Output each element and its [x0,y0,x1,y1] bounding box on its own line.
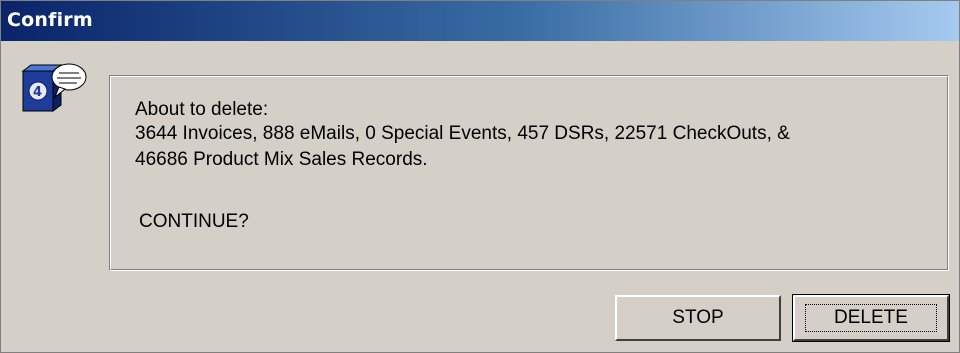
4d-app-speech-bubble-icon: 4 [21,57,89,121]
confirm-dialog: Confirm 4 About to delete: 3644 Invoices… [0,0,960,353]
window-title: Confirm [7,9,93,31]
stop-button[interactable]: STOP [615,295,781,341]
delete-button-label: DELETE [805,304,937,332]
message-panel: About to delete: 3644 Invoices, 888 eMai… [109,75,949,271]
continue-prompt: CONTINUE? [139,211,249,232]
message-detail-line-1: 3644 Invoices, 888 eMails, 0 Special Eve… [135,123,790,144]
svg-text:4: 4 [33,85,42,100]
message-detail-line-2: 46686 Product Mix Sales Records. [135,149,428,170]
title-bar[interactable]: Confirm [1,1,959,41]
message-heading: About to delete: [135,99,269,120]
delete-button[interactable]: DELETE [792,294,950,342]
